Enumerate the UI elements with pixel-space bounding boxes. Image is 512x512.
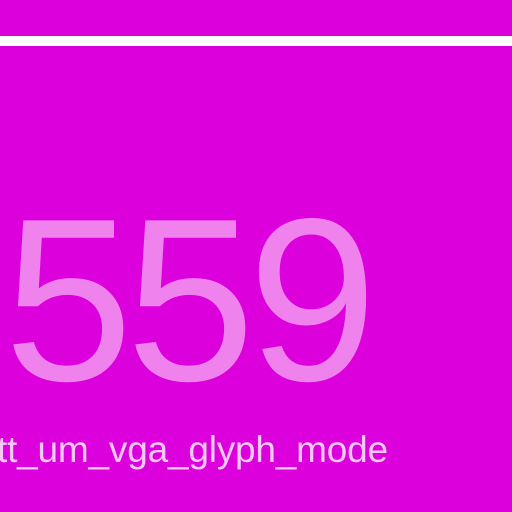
display-screen: 559 tt_um_vga_glyph_mode [0, 0, 512, 512]
mode-label: tt_um_vga_glyph_mode [0, 429, 388, 470]
counter-value: 559 [4, 171, 377, 430]
top-divider [0, 36, 512, 46]
